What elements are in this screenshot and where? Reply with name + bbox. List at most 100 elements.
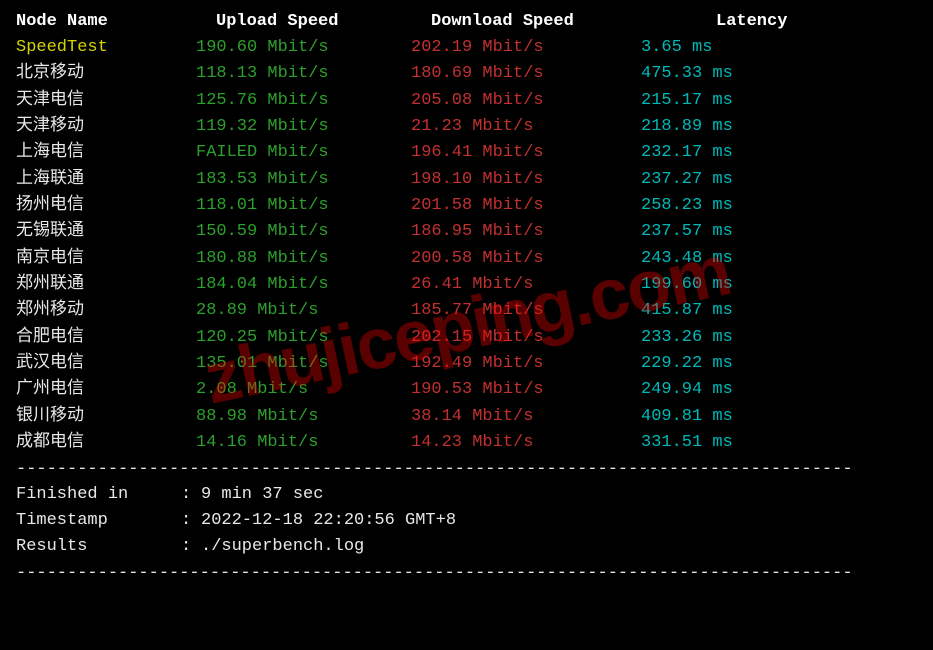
cell-node: 天津电信 (16, 88, 196, 114)
footer-results: Results : ./superbench.log (16, 534, 917, 560)
cell-download: 21.23 Mbit/s (411, 114, 641, 140)
table-row: 郑州联通184.04 Mbit/s26.41 Mbit/s199.60 ms (16, 272, 917, 298)
table-row: 银川移动88.98 Mbit/s38.14 Mbit/s409.81 ms (16, 404, 917, 430)
cell-download: 190.53 Mbit/s (411, 377, 641, 403)
speedtest-node: SpeedTest (16, 35, 196, 61)
speedtest-row: SpeedTest 190.60 Mbit/s 202.19 Mbit/s 3.… (16, 35, 917, 61)
cell-upload: 150.59 Mbit/s (196, 219, 411, 245)
cell-download: 202.15 Mbit/s (411, 325, 641, 351)
finished-label: Finished in (16, 482, 181, 508)
table-row: 郑州移动28.89 Mbit/s185.77 Mbit/s415.87 ms (16, 298, 917, 324)
cell-download: 14.23 Mbit/s (411, 430, 641, 456)
table-header: Node Name Upload Speed Download Speed La… (16, 12, 917, 31)
colon: : (181, 534, 201, 560)
cell-latency: 199.60 ms (641, 272, 733, 298)
cell-upload: 118.13 Mbit/s (196, 61, 411, 87)
cell-upload: 120.25 Mbit/s (196, 325, 411, 351)
divider-2: ----------------------------------------… (16, 564, 917, 583)
results-label: Results (16, 534, 181, 560)
cell-download: 201.58 Mbit/s (411, 193, 641, 219)
cell-latency: 415.87 ms (641, 298, 733, 324)
cell-node: 合肥电信 (16, 325, 196, 351)
table-row: 成都电信14.16 Mbit/s14.23 Mbit/s331.51 ms (16, 430, 917, 456)
table-row: 天津电信125.76 Mbit/s205.08 Mbit/s215.17 ms (16, 88, 917, 114)
cell-latency: 232.17 ms (641, 140, 733, 166)
cell-download: 186.95 Mbit/s (411, 219, 641, 245)
cell-latency: 258.23 ms (641, 193, 733, 219)
cell-upload: 180.88 Mbit/s (196, 246, 411, 272)
cell-download: 26.41 Mbit/s (411, 272, 641, 298)
cell-latency: 331.51 ms (641, 430, 733, 456)
header-node: Node Name (16, 12, 196, 31)
cell-latency: 229.22 ms (641, 351, 733, 377)
table-row: 合肥电信120.25 Mbit/s202.15 Mbit/s233.26 ms (16, 325, 917, 351)
cell-download: 196.41 Mbit/s (411, 140, 641, 166)
table-row: 南京电信180.88 Mbit/s200.58 Mbit/s243.48 ms (16, 246, 917, 272)
cell-node: 南京电信 (16, 246, 196, 272)
cell-download: 185.77 Mbit/s (411, 298, 641, 324)
cell-node: 郑州联通 (16, 272, 196, 298)
header-latency: Latency (641, 12, 787, 31)
cell-download: 198.10 Mbit/s (411, 167, 641, 193)
cell-latency: 218.89 ms (641, 114, 733, 140)
cell-latency: 215.17 ms (641, 88, 733, 114)
cell-latency: 233.26 ms (641, 325, 733, 351)
cell-latency: 237.57 ms (641, 219, 733, 245)
cell-node: 扬州电信 (16, 193, 196, 219)
header-download: Download Speed (411, 12, 641, 31)
cell-download: 200.58 Mbit/s (411, 246, 641, 272)
timestamp-value: 2022-12-18 22:20:56 GMT+8 (201, 508, 456, 534)
data-rows: 北京移动118.13 Mbit/s180.69 Mbit/s475.33 ms天… (16, 61, 917, 456)
colon: : (181, 508, 201, 534)
cell-node: 武汉电信 (16, 351, 196, 377)
cell-node: 郑州移动 (16, 298, 196, 324)
finished-value: 9 min 37 sec (201, 482, 323, 508)
table-row: 无锡联通150.59 Mbit/s186.95 Mbit/s237.57 ms (16, 219, 917, 245)
cell-latency: 409.81 ms (641, 404, 733, 430)
cell-node: 北京移动 (16, 61, 196, 87)
cell-download: 38.14 Mbit/s (411, 404, 641, 430)
header-upload: Upload Speed (196, 12, 411, 31)
cell-upload: 119.32 Mbit/s (196, 114, 411, 140)
speedtest-latency: 3.65 ms (641, 35, 712, 61)
cell-upload: FAILED Mbit/s (196, 140, 411, 166)
timestamp-label: Timestamp (16, 508, 181, 534)
cell-upload: 125.76 Mbit/s (196, 88, 411, 114)
speedtest-upload: 190.60 Mbit/s (196, 35, 411, 61)
cell-upload: 135.01 Mbit/s (196, 351, 411, 377)
cell-upload: 14.16 Mbit/s (196, 430, 411, 456)
cell-node: 无锡联通 (16, 219, 196, 245)
footer-timestamp: Timestamp : 2022-12-18 22:20:56 GMT+8 (16, 508, 917, 534)
cell-upload: 118.01 Mbit/s (196, 193, 411, 219)
cell-upload: 184.04 Mbit/s (196, 272, 411, 298)
cell-node: 上海联通 (16, 167, 196, 193)
cell-latency: 249.94 ms (641, 377, 733, 403)
table-row: 扬州电信118.01 Mbit/s201.58 Mbit/s258.23 ms (16, 193, 917, 219)
divider-1: ----------------------------------------… (16, 460, 917, 479)
cell-upload: 2.08 Mbit/s (196, 377, 411, 403)
cell-upload: 183.53 Mbit/s (196, 167, 411, 193)
cell-node: 银川移动 (16, 404, 196, 430)
cell-node: 上海电信 (16, 140, 196, 166)
cell-download: 180.69 Mbit/s (411, 61, 641, 87)
cell-node: 天津移动 (16, 114, 196, 140)
table-row: 武汉电信135.01 Mbit/s192.49 Mbit/s229.22 ms (16, 351, 917, 377)
table-row: 广州电信2.08 Mbit/s190.53 Mbit/s249.94 ms (16, 377, 917, 403)
cell-upload: 88.98 Mbit/s (196, 404, 411, 430)
colon: : (181, 482, 201, 508)
cell-download: 205.08 Mbit/s (411, 88, 641, 114)
cell-node: 广州电信 (16, 377, 196, 403)
table-row: 上海电信FAILED Mbit/s196.41 Mbit/s232.17 ms (16, 140, 917, 166)
cell-latency: 475.33 ms (641, 61, 733, 87)
results-value: ./superbench.log (201, 534, 364, 560)
speedtest-download: 202.19 Mbit/s (411, 35, 641, 61)
cell-node: 成都电信 (16, 430, 196, 456)
table-row: 上海联通183.53 Mbit/s198.10 Mbit/s237.27 ms (16, 167, 917, 193)
table-row: 北京移动118.13 Mbit/s180.69 Mbit/s475.33 ms (16, 61, 917, 87)
cell-latency: 237.27 ms (641, 167, 733, 193)
cell-download: 192.49 Mbit/s (411, 351, 641, 377)
cell-latency: 243.48 ms (641, 246, 733, 272)
table-row: 天津移动119.32 Mbit/s21.23 Mbit/s218.89 ms (16, 114, 917, 140)
footer-finished: Finished in : 9 min 37 sec (16, 482, 917, 508)
cell-upload: 28.89 Mbit/s (196, 298, 411, 324)
